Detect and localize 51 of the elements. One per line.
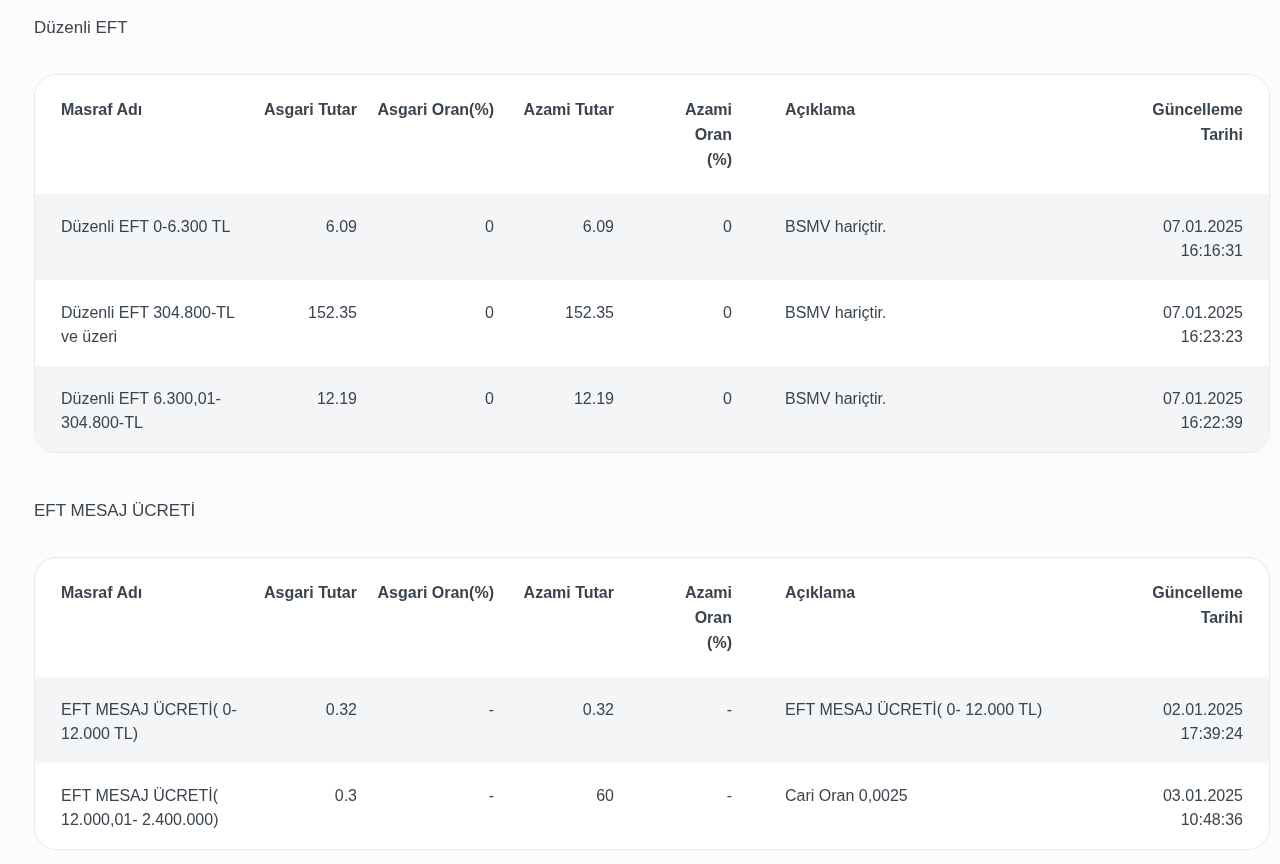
table-cell-text: 6.09 xyxy=(325,217,357,237)
table-cell-text: 6.09 xyxy=(582,217,614,237)
table-cell-text: BSMV hariçtir. xyxy=(785,217,887,237)
table-cell-text: 152.35 xyxy=(565,303,614,323)
column-header: Asgari Oran(%) xyxy=(377,583,494,603)
table-cell-text: 07.01.2025 16:22:39 xyxy=(1161,389,1243,433)
column-header: Açıklama xyxy=(785,583,856,603)
section-title: EFT MESAJ ÜCRETİ xyxy=(34,500,196,522)
table-cell-text: 07.01.2025 16:23:23 xyxy=(1161,303,1243,347)
table-cell-text: 60 xyxy=(596,786,614,806)
table-cell-text: BSMV hariçtir. xyxy=(785,303,887,323)
table-cell-text: EFT MESAJ ÜCRETİ( 0- 12.000 TL) xyxy=(61,700,238,744)
table-cell-text: 152.35 xyxy=(308,303,357,323)
table-cell-text: 0 xyxy=(485,217,494,237)
table-cell-text: 0 xyxy=(723,303,732,323)
table-cell-text: 12.19 xyxy=(573,389,614,409)
table-cell-text: BSMV hariçtir. xyxy=(785,389,887,409)
column-header: Masraf Adı xyxy=(61,100,143,120)
column-header: Güncelleme Tarihi xyxy=(1151,100,1243,145)
table-cell-text: 07.01.2025 16:16:31 xyxy=(1161,217,1243,261)
column-header: Masraf Adı xyxy=(61,583,143,603)
table-cell-text: EFT MESAJ ÜCRETİ( 12.000,01- 2.400.000) xyxy=(61,786,220,830)
column-header: Asgari Tutar xyxy=(263,583,357,603)
column-header: Güncelleme Tarihi xyxy=(1151,583,1243,628)
table-cell-text: 0 xyxy=(723,217,732,237)
table-cell-text: 0.32 xyxy=(325,700,357,720)
column-header: Açıklama xyxy=(785,100,856,120)
table-cell-text: 0 xyxy=(485,389,494,409)
section-title: Düzenli EFT xyxy=(34,17,128,39)
column-header: Azami Tutar xyxy=(523,583,614,603)
table-cell-text: - xyxy=(488,700,494,720)
table-cell-text: - xyxy=(488,786,494,806)
column-header: Asgari Oran(%) xyxy=(377,100,494,120)
table-cell-text: 0 xyxy=(485,303,494,323)
table-cell-text: - xyxy=(726,700,732,720)
table-cell-text: Cari Oran 0,0025 xyxy=(785,786,908,806)
column-header: Azami Oran (%) xyxy=(683,583,732,653)
table-cell-text: - xyxy=(726,786,732,806)
table-cell-text: EFT MESAJ ÜCRETİ( 0- 12.000 TL) xyxy=(785,700,1043,720)
table-cell-text: 0 xyxy=(723,389,732,409)
table-cell-text: Düzenli EFT 6.300,01-304.800-TL xyxy=(61,389,222,433)
table-cell-text: Düzenli EFT 0-6.300 TL xyxy=(61,217,231,237)
table-cell-text: 0.3 xyxy=(334,786,357,806)
column-header: Azami Oran (%) xyxy=(683,100,732,170)
table-cell-text: 02.01.2025 17:39:24 xyxy=(1161,700,1243,744)
table-cell-text: 03.01.2025 10:48:36 xyxy=(1161,786,1243,830)
column-header: Azami Tutar xyxy=(523,100,614,120)
table-cell-text: 12.19 xyxy=(316,389,357,409)
column-header: Asgari Tutar xyxy=(263,100,357,120)
table-cell-text: 0.32 xyxy=(582,700,614,720)
table-cell-text: Düzenli EFT 304.800-TL ve üzeri xyxy=(61,303,236,347)
